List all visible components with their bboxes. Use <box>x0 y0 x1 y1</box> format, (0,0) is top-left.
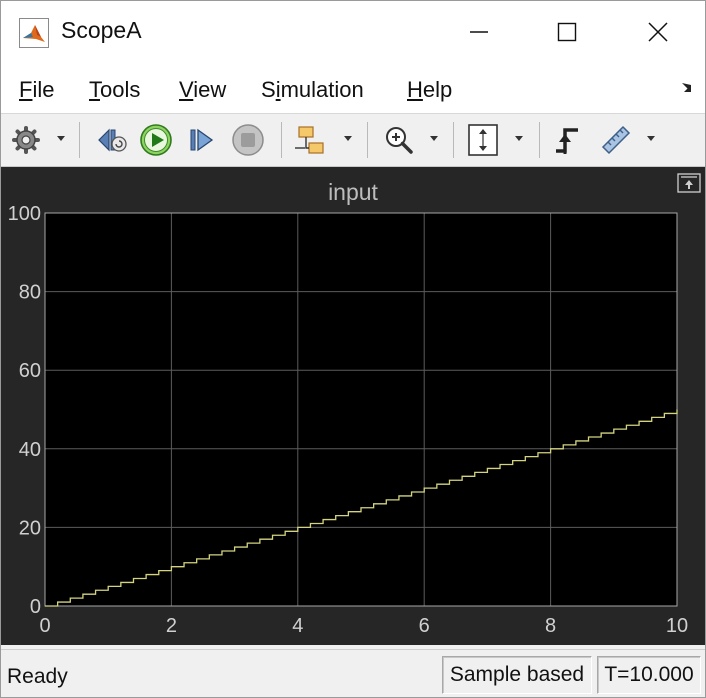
x-tick-label: 4 <box>292 615 303 637</box>
x-tick-label: 8 <box>545 615 556 637</box>
status-ready: Ready <box>7 665 68 688</box>
x-tick-label: 0 <box>39 615 50 637</box>
x-tick-label: 10 <box>666 615 688 637</box>
y-tick-label: 40 <box>19 439 41 461</box>
y-tick-label: 60 <box>19 360 41 382</box>
plot-axes[interactable]: 0 2 4 6 8 10020406080100 <box>1 1 705 645</box>
plot-area <box>45 213 677 606</box>
x-tick-label: 6 <box>419 615 430 637</box>
y-tick-label: 100 <box>8 203 41 225</box>
status-time: T=10.000 <box>597 656 701 694</box>
y-tick-label: 80 <box>19 282 41 304</box>
status-mode: Sample based <box>442 656 592 694</box>
y-tick-label: 20 <box>19 517 41 539</box>
y-tick-label: 0 <box>30 596 41 618</box>
x-tick-label: 2 <box>166 615 177 637</box>
scope-window: ScopeA File Tools View Simulation Help i… <box>0 0 706 698</box>
